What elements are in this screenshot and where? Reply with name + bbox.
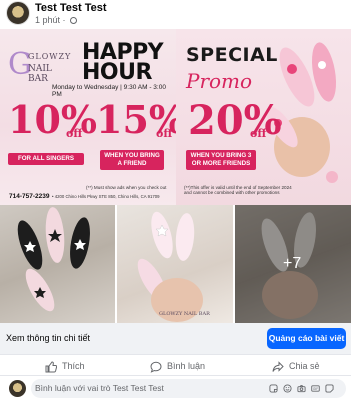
photo-3-more[interactable]: +7 (235, 205, 351, 323)
like-label: Thích (62, 361, 85, 371)
post-actions: Thích Bình luận Chia sẻ (0, 354, 351, 376)
svg-text:GIF: GIF (313, 387, 318, 391)
star-nails-image (17, 207, 90, 312)
comment-button[interactable]: Bình luận (150, 359, 205, 373)
logo-brand: GLOWZY (28, 52, 72, 61)
share-icon (272, 360, 284, 372)
brand-logo: G GLOWZY NAIL BAR (8, 47, 72, 84)
note-left: (**) Must show ads when you check out (86, 185, 167, 190)
french-nails-image (137, 211, 203, 322)
page-avatar[interactable] (6, 1, 30, 25)
sticker-face-icon[interactable] (325, 384, 334, 393)
post-header: Test Test Test 1 phút · (0, 0, 351, 28)
commenter-avatar[interactable] (9, 380, 26, 397)
note-right: (**)This offer is valid until the end of… (184, 185, 292, 195)
happy-hour-panel: G GLOWZY NAIL BAR HAPPY HOUR Monday to W… (0, 29, 185, 205)
photo-grid: GLOWZY NAIL BAR +7 (0, 205, 351, 323)
deal3-value: 20% (188, 97, 282, 144)
happy-hour-title: HAPPY HOUR (82, 40, 164, 85)
phone-number: 714-757-2239 (9, 193, 50, 200)
deal2-off: off (156, 127, 173, 140)
comment-icon (150, 361, 162, 373)
page-name[interactable]: Test Test Test (35, 2, 107, 14)
promo-title: Promo (186, 69, 253, 93)
logo-sub: NAIL BAR (28, 64, 52, 84)
deal3-label: WHEN YOU BRING 3 OR MORE FRIENDS (186, 150, 256, 170)
cta-bar: Xem thông tin chi tiết Quảng cáo bài viế… (0, 323, 351, 354)
post-meta: 1 phút · (35, 15, 78, 25)
comment-composer: Bình luận với vai trò Test Test Test GIF (0, 377, 351, 400)
promo-banner[interactable]: G GLOWZY NAIL BAR HAPPY HOUR Monday to W… (0, 29, 351, 205)
more-photos-count: +7 (283, 255, 302, 272)
photo-2[interactable]: GLOWZY NAIL BAR (117, 205, 233, 323)
camera-icon[interactable] (297, 384, 306, 393)
globe-icon (70, 17, 78, 25)
address: • 4200 Chino Hills Pkwy STE 850, Chino H… (52, 194, 160, 199)
deal1-label: FOR ALL SINGERS (8, 153, 84, 165)
gif-icon[interactable]: GIF (311, 384, 320, 393)
happy-hour-time: Monday to Wednesday | 9:30 AM - 3:00 PM (52, 84, 166, 98)
boost-post-button[interactable]: Quảng cáo bài viết (267, 328, 346, 349)
share-label: Chia sẻ (289, 361, 320, 371)
deal1-value: 10% (8, 97, 97, 142)
comment-input[interactable]: Bình luận với vai trò Test Test Test GIF (31, 379, 346, 398)
comment-placeholder: Bình luận với vai trò Test Test Test (35, 383, 164, 393)
share-button[interactable]: Chia sẻ (272, 359, 320, 373)
view-details-link[interactable]: Xem thông tin chi tiết (6, 333, 90, 343)
sticker-icon[interactable] (269, 384, 278, 393)
deal2-label: WHEN YOU BRING A FRIEND (100, 150, 164, 170)
post-time[interactable]: 1 phút (35, 15, 60, 25)
deal1-off: off (66, 127, 83, 140)
photo-1[interactable] (0, 205, 115, 323)
thumbs-up-icon (45, 361, 58, 373)
comment-label: Bình luận (167, 361, 206, 371)
emoji-icon[interactable] (283, 384, 292, 393)
photo-watermark: GLOWZY NAIL BAR (159, 311, 210, 317)
like-button[interactable]: Thích (45, 359, 85, 373)
deal3-off: off (250, 127, 267, 140)
